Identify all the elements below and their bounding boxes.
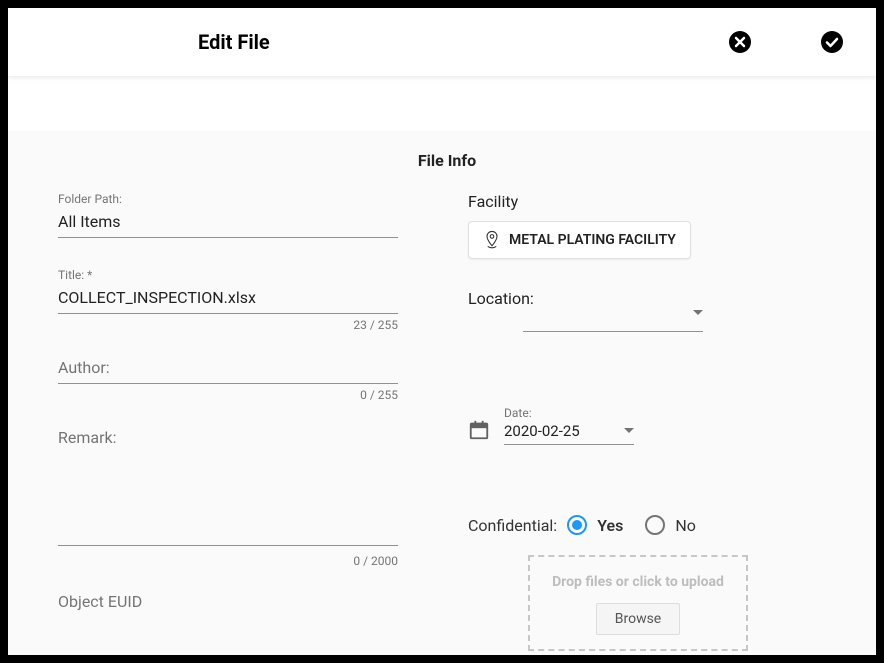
folder-path-label: Folder Path: [58, 192, 398, 206]
confidential-yes-radio[interactable] [567, 515, 587, 535]
remark-input[interactable] [58, 426, 398, 546]
drop-text: Drop files or click to upload [540, 573, 736, 591]
facility-block: Facility METAL PLATING FACILITY [468, 192, 836, 259]
author-field-wrap: 0 / 255 [58, 356, 398, 384]
confidential-no-radio[interactable] [645, 515, 665, 535]
confidential-label: Confidential: [468, 516, 557, 535]
confidential-yes-label: Yes [597, 516, 623, 535]
title-label: Title: * [58, 268, 398, 282]
facility-chip-label: METAL PLATING FACILITY [509, 232, 676, 248]
object-euid-field-wrap: Object EUID [58, 592, 398, 611]
author-input[interactable] [58, 356, 398, 384]
title-field-wrap: Title: * 23 / 255 [58, 268, 398, 314]
author-counter: 0 / 255 [360, 388, 398, 402]
section-title: File Info [58, 151, 836, 170]
close-icon[interactable] [728, 30, 752, 54]
facility-chip[interactable]: METAL PLATING FACILITY [468, 221, 691, 259]
dialog-header: Edit File [8, 8, 876, 76]
confidential-no-label: No [675, 516, 696, 535]
remark-field-wrap: 0 / 2000 [58, 426, 398, 550]
date-block: Date: 2020-02-25 [468, 406, 836, 445]
date-label: Date: [504, 406, 634, 420]
remark-counter: 0 / 2000 [353, 554, 398, 568]
folder-path-field: Folder Path: All Items [58, 192, 398, 238]
browse-button[interactable]: Browse [596, 603, 680, 635]
form-scroll-area[interactable]: File Info Folder Path: All Items Title: … [8, 76, 876, 655]
confirm-icon[interactable] [820, 30, 844, 54]
map-pin-icon [483, 230, 501, 250]
title-counter: 23 / 255 [353, 318, 398, 332]
chevron-down-icon [693, 310, 703, 315]
facility-label: Facility [468, 192, 836, 211]
chevron-down-icon [624, 428, 634, 433]
object-euid-label: Object EUID [58, 592, 142, 611]
upload-drop-zone[interactable]: Drop files or click to upload Browse [528, 555, 748, 651]
location-select[interactable] [523, 308, 703, 332]
confidential-block: Confidential: Yes No [468, 515, 836, 535]
calendar-icon[interactable] [468, 419, 490, 441]
location-label: Location: [468, 289, 534, 308]
title-input[interactable] [58, 286, 398, 314]
location-block: Location: [468, 289, 836, 336]
date-value: 2020-02-25 [504, 422, 580, 440]
date-select[interactable]: 2020-02-25 [504, 422, 634, 445]
dialog-title: Edit File [198, 30, 270, 54]
folder-path-value: All Items [58, 210, 398, 238]
